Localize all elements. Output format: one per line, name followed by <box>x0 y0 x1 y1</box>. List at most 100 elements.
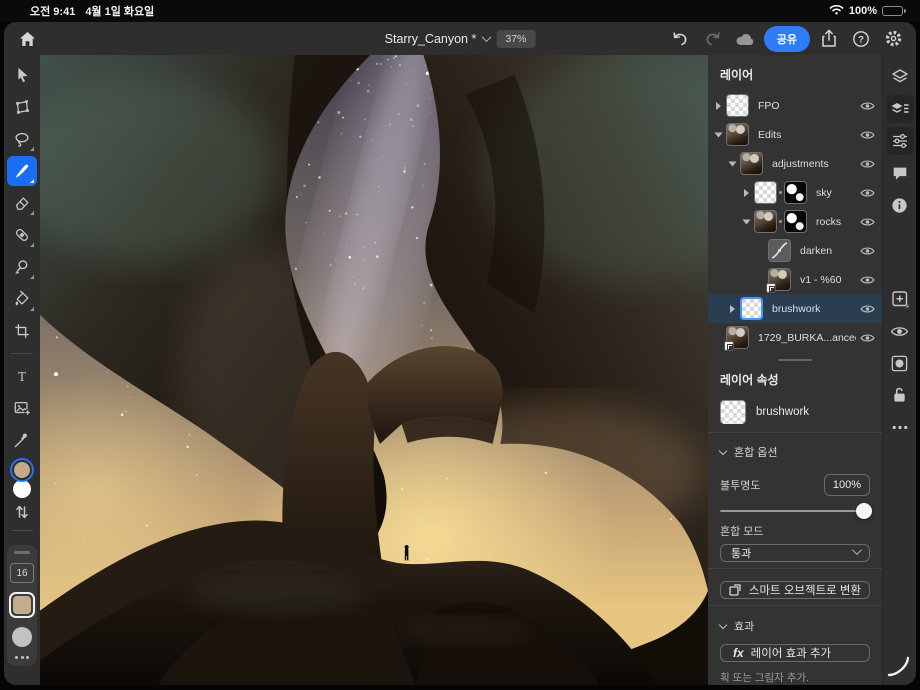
disclosure-arrow-icon[interactable] <box>744 188 749 197</box>
layer-row[interactable]: 1729_BURKA...anced-NR33 <box>708 323 882 352</box>
settings-gear-icon[interactable] <box>880 26 906 52</box>
smart-object-icon <box>729 584 741 596</box>
task-bar <box>882 55 916 685</box>
share-button[interactable]: 공유 <box>763 25 810 52</box>
layer-row[interactable]: rocks <box>708 207 882 236</box>
background-color-swatch[interactable] <box>13 480 31 498</box>
opacity-label: 불투명도 <box>720 480 761 493</box>
layer-row[interactable]: sky <box>708 178 882 207</box>
brush-tool[interactable] <box>7 156 37 186</box>
clone-stamp-tool[interactable] <box>7 252 37 282</box>
color-wells[interactable] <box>11 460 33 498</box>
layer-visibility-eye-icon[interactable] <box>860 245 875 257</box>
layer-visibility-eye-icon[interactable] <box>860 187 875 199</box>
layer-mask-thumbnail[interactable] <box>784 181 807 204</box>
swap-colors-icon[interactable] <box>7 501 37 523</box>
convert-smart-object-button[interactable]: 스마트 오브젝트로 변환 <box>720 580 870 599</box>
lasso-tool[interactable] <box>7 124 37 154</box>
cloud-icon[interactable] <box>732 26 758 52</box>
tool-options-indicator <box>30 211 34 215</box>
layer-thumbnail[interactable] <box>740 152 763 175</box>
eraser-tool[interactable] <box>7 188 37 218</box>
layers-list-icon[interactable] <box>885 95 914 123</box>
layer-mask-thumbnail[interactable] <box>784 210 807 233</box>
disclosure-arrow-icon[interactable] <box>716 101 721 110</box>
chevron-down-icon <box>851 544 862 555</box>
properties-sliders-icon[interactable] <box>885 127 914 155</box>
wifi-icon <box>829 4 844 18</box>
layer-visibility-eye-icon[interactable] <box>860 274 875 286</box>
layer-row[interactable]: darken <box>708 236 882 265</box>
layer-thumbnail[interactable] <box>724 326 749 351</box>
layer-thumbnail[interactable] <box>754 210 777 233</box>
disclosure-arrow-icon[interactable] <box>730 304 735 313</box>
foreground-color-swatch[interactable] <box>12 460 32 480</box>
move-tool[interactable] <box>7 60 37 90</box>
layer-thumbnail[interactable] <box>766 268 791 293</box>
layer-row[interactable]: adjustments <box>708 149 882 178</box>
help-icon[interactable]: ? <box>848 26 874 52</box>
layer-row[interactable]: FPO <box>708 91 882 120</box>
document-title[interactable]: Starry_Canyon * <box>385 32 492 46</box>
blend-options-section-toggle[interactable]: 혼합 옵션 <box>708 432 882 466</box>
canvas-artwork <box>40 55 708 685</box>
layer-name: adjustments <box>772 157 829 170</box>
add-layer-icon[interactable] <box>886 285 914 313</box>
layer-row[interactable]: Edits <box>708 120 882 149</box>
home-icon[interactable] <box>14 26 40 52</box>
transform-tool[interactable] <box>7 92 37 122</box>
healing-brush-tool[interactable] <box>7 220 37 250</box>
layer-thumbnail[interactable] <box>726 123 749 146</box>
eyedropper-tool[interactable] <box>7 425 37 455</box>
fill-tool[interactable] <box>7 284 37 314</box>
info-icon[interactable] <box>886 191 914 219</box>
layer-visibility-eye-icon[interactable] <box>860 100 875 112</box>
visibility-eye-icon[interactable] <box>886 317 914 345</box>
layer-row[interactable]: v1 - %60 <box>708 265 882 294</box>
layer-visibility-eye-icon[interactable] <box>860 303 875 315</box>
brush-size-field[interactable]: 16 <box>10 563 34 583</box>
layer-visibility-eye-icon[interactable] <box>860 129 875 141</box>
undo-icon[interactable] <box>668 26 694 52</box>
tool-options-indicator <box>30 179 34 183</box>
panel-drag-handle[interactable] <box>778 359 812 361</box>
document-canvas[interactable] <box>40 55 708 685</box>
add-layer-effect-button[interactable]: fx 레이어 효과 추가 <box>720 644 870 662</box>
more-ellipsis-icon[interactable] <box>886 413 914 441</box>
redo-icon[interactable] <box>700 26 726 52</box>
layers-stack-icon[interactable] <box>886 63 914 91</box>
layer-row[interactable]: brushwork <box>708 294 882 323</box>
layers-panel: 레이어 FPO Edits adjustments sky rocks darken v1 … <box>708 55 882 685</box>
disclosure-arrow-icon[interactable] <box>714 132 723 137</box>
comment-icon[interactable] <box>886 159 914 187</box>
disclosure-arrow-icon[interactable] <box>728 161 737 166</box>
layer-thumbnail[interactable] <box>726 94 749 117</box>
blend-mode-select[interactable]: 통과 <box>720 543 870 562</box>
zoom-level-badge[interactable]: 37% <box>496 29 536 48</box>
dock-drag-handle[interactable] <box>14 551 30 554</box>
crop-tool[interactable] <box>7 316 37 346</box>
opacity-value-field[interactable]: 100% <box>823 474 870 497</box>
dock-more-icon[interactable] <box>15 656 29 659</box>
layer-name: rocks <box>816 215 842 228</box>
layer-visibility-eye-icon[interactable] <box>860 158 875 170</box>
mask-icon[interactable] <box>886 349 914 377</box>
brush-opacity-swatch[interactable] <box>12 627 32 647</box>
layer-thumbnail[interactable] <box>768 239 791 262</box>
layer-visibility-eye-icon[interactable] <box>860 216 875 228</box>
type-tool[interactable]: T <box>7 361 37 391</box>
opacity-slider[interactable] <box>720 500 872 520</box>
fx-icon: fx <box>733 646 744 660</box>
layer-thumbnail[interactable] <box>754 181 777 204</box>
disclosure-arrow-icon[interactable] <box>742 219 751 224</box>
layer-visibility-eye-icon[interactable] <box>860 332 875 344</box>
brush-color-swatch[interactable] <box>9 592 35 618</box>
tool-options-indicator <box>30 275 34 279</box>
layer-name: FPO <box>758 99 780 112</box>
layer-thumbnail[interactable] <box>740 297 763 320</box>
lock-open-icon[interactable] <box>886 381 914 409</box>
export-icon[interactable] <box>816 26 842 52</box>
place-photo-tool[interactable] <box>7 393 37 423</box>
layer-name: 1729_BURKA...anced-NR33 <box>758 331 856 344</box>
effects-section-toggle[interactable]: 효과 <box>708 606 882 640</box>
